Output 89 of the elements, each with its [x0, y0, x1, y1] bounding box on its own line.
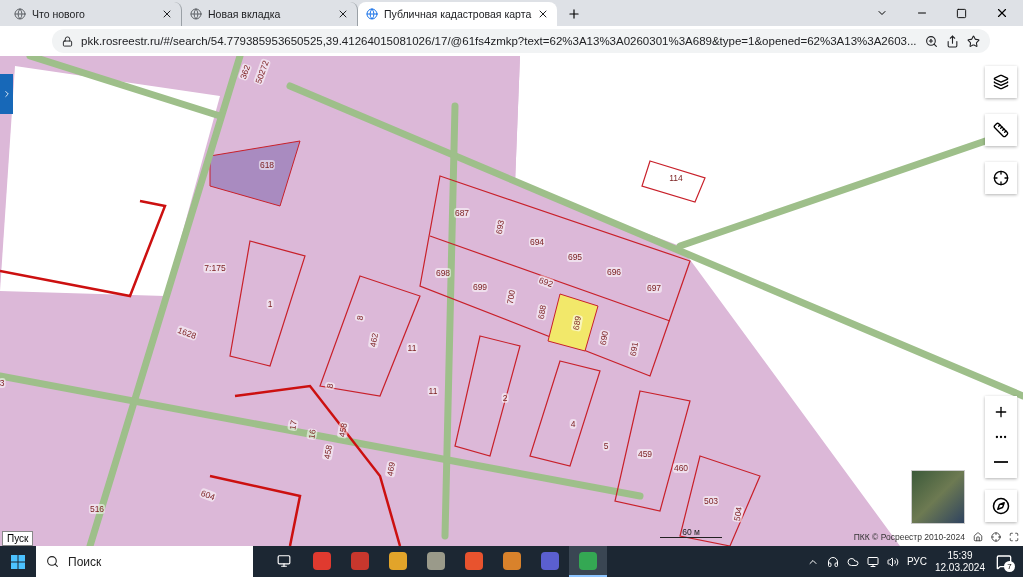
task-view-icon — [277, 553, 291, 568]
parcel-label: 699 — [471, 282, 489, 292]
clock[interactable]: 15:39 12.03.2024 — [934, 549, 985, 574]
minus-icon — [994, 461, 1008, 463]
browser-tab[interactable]: Публичная кадастровая карта — [358, 2, 558, 26]
parcel-label: 8 — [354, 313, 366, 323]
parcel-label: 692 — [536, 274, 556, 290]
parcel-label: 696 — [605, 267, 623, 277]
address-bar[interactable]: pkk.rosreestr.ru/#/search/54.779385953650525,39.41264015081026/17/@61fs4zmkp?text=62%3A13%3A0260301%3A689&type=1&opened=62%3A13%3A2603... — [52, 29, 990, 53]
lock-icon — [62, 35, 73, 47]
parcel-label: 469 — [384, 460, 398, 478]
windows-logo-icon — [11, 554, 25, 569]
time-text: 15:39 — [947, 549, 973, 562]
url-text: pkk.rosreestr.ru/#/search/54.779385953650525,39.41264015081026/17/@61fs4zmkp?text=62%3A13%3A0260301%3A689&type=1&opened=62%3A13%3A2603... — [81, 35, 917, 47]
parcel-label: 691 — [627, 340, 641, 358]
ruler-button[interactable] — [985, 114, 1017, 146]
layers-icon — [993, 74, 1009, 90]
parcel-label: 1 — [266, 299, 274, 309]
zoom-out-button[interactable] — [985, 446, 1017, 478]
parcel-label: 114 — [668, 173, 684, 183]
locate-icon[interactable] — [991, 532, 1001, 542]
satellite-thumbnail[interactable] — [911, 470, 965, 524]
parcel-label: 693 — [493, 218, 507, 236]
date-text: 12.03.2024 — [934, 561, 985, 574]
ruler-icon — [993, 122, 1009, 138]
parcel-label: 504 — [731, 505, 745, 523]
cloud-icon[interactable] — [846, 555, 859, 568]
compass-button[interactable] — [985, 490, 1017, 522]
plus-icon — [993, 404, 1009, 420]
parcel-label: 697 — [645, 283, 663, 293]
compass-icon — [992, 497, 1010, 515]
parcel-label: 687 — [453, 208, 471, 218]
close-icon[interactable] — [161, 8, 173, 20]
fullscreen-icon[interactable] — [1009, 532, 1019, 542]
parcel-label: 2 — [501, 393, 509, 403]
parcel-label: 462 — [367, 331, 381, 349]
side-panel-toggle[interactable] — [0, 74, 13, 114]
headset-icon[interactable] — [826, 555, 839, 568]
taskbar-search-field[interactable]: Поиск — [36, 546, 253, 577]
new-tab-icon[interactable] — [567, 7, 582, 21]
parcel-label: 458 — [336, 421, 350, 439]
crosshair-icon — [993, 170, 1009, 186]
parcel-label: 4 — [569, 419, 577, 429]
parcel-label: 690 — [597, 329, 611, 347]
parcel-label: 694 — [528, 237, 546, 247]
locate-button[interactable] — [985, 162, 1017, 194]
parcel-label: 7:175 — [203, 263, 227, 273]
parcel-label: 362 — [237, 62, 253, 82]
parcel-label: 688 — [535, 303, 549, 321]
parcel-label: 8 — [324, 381, 336, 391]
home-icon[interactable] — [973, 532, 983, 542]
attribution-text: ПКК © Росреестр 2010-2024 — [853, 532, 965, 542]
maximize-icon[interactable] — [956, 7, 967, 19]
parcel-label: 698 — [434, 268, 452, 278]
parcel-label: 1628 — [175, 324, 199, 342]
parcel-label: 618 — [258, 160, 276, 170]
layers-button[interactable] — [985, 66, 1017, 98]
share-icon[interactable] — [945, 34, 959, 48]
parcel-label: 5 — [602, 441, 610, 451]
language-indicator[interactable]: РУС — [906, 556, 927, 567]
parcel-label: 17 — [287, 418, 299, 432]
parcel-label: 689 — [570, 314, 584, 332]
parcel-label: 460 — [672, 463, 690, 473]
parcel-label: 516 — [88, 504, 106, 514]
parcel-label: 695 — [566, 252, 584, 262]
scale-bar: 60 м — [660, 527, 722, 538]
site-icon — [14, 8, 26, 20]
site-icon — [366, 8, 378, 20]
tooltip: Пуск — [2, 531, 34, 546]
parcel-label: 459 — [636, 449, 654, 459]
parcel-label: 16 — [306, 427, 318, 441]
parcel-label: 458 — [321, 443, 335, 461]
close-icon[interactable] — [337, 8, 349, 20]
taskbar-app[interactable] — [569, 546, 607, 577]
parcel-label: 11 — [427, 386, 439, 396]
zoom-icon[interactable] — [924, 34, 938, 48]
zoom-in-button[interactable] — [985, 396, 1017, 428]
parcel-label: 503 — [702, 496, 720, 506]
notification-button[interactable]: 7 — [993, 551, 1015, 572]
parcel-label: 11 — [406, 343, 418, 353]
bookmark-icon[interactable] — [966, 34, 980, 48]
site-icon — [190, 8, 202, 20]
notification-count: 7 — [1004, 560, 1015, 572]
parcel-label: 604 — [198, 487, 218, 503]
parcel-label: 3 — [0, 378, 6, 388]
search-icon — [46, 555, 59, 568]
parcel-label: 700 — [504, 288, 518, 306]
volume-icon[interactable] — [886, 555, 899, 568]
close-icon[interactable] — [995, 6, 1009, 20]
